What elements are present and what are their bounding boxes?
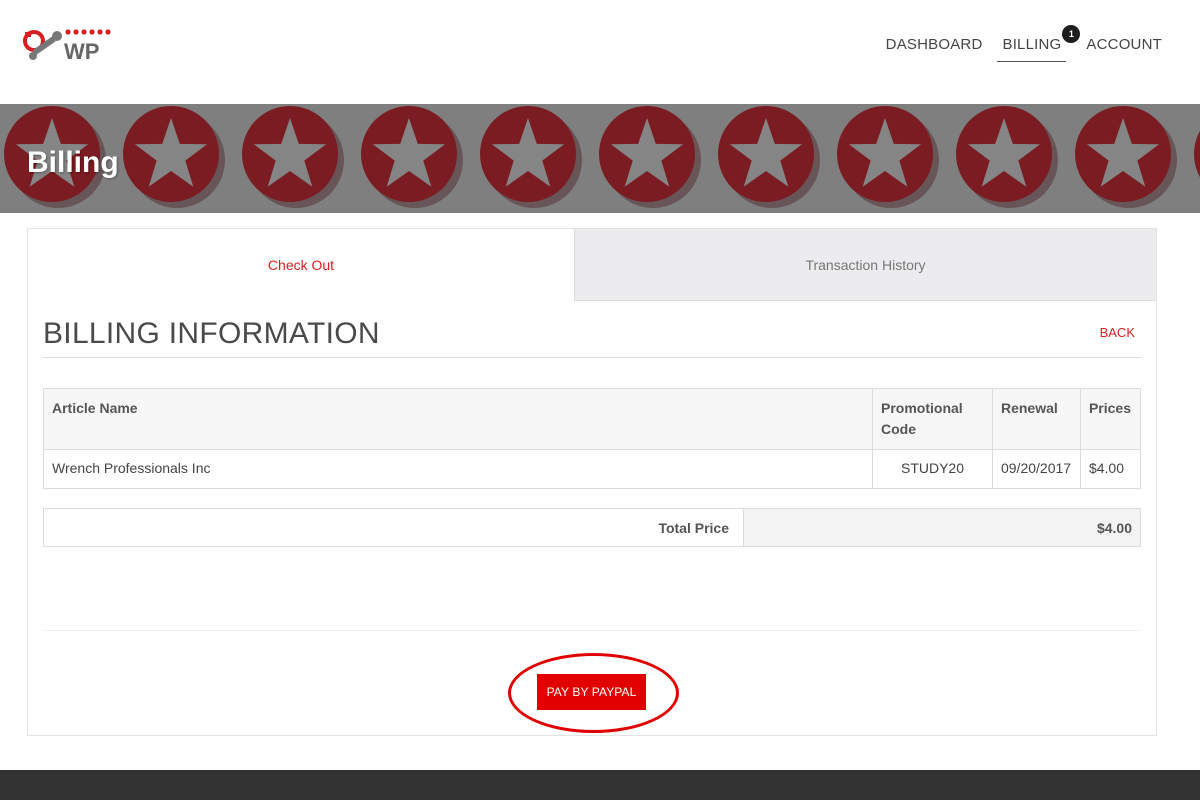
site-header: WP DASHBOARD BILLING 1 ACCOUNT [0,0,1200,104]
section-title: BILLING INFORMATION [43,317,380,350]
total-price-label: Total Price [43,508,744,547]
billing-panel: Check Out Transaction History BILLING IN… [27,228,1157,736]
tab-check-out[interactable]: Check Out [28,229,575,301]
tab-bar: Check Out Transaction History [28,229,1156,301]
main-nav: DASHBOARD BILLING 1 ACCOUNT [866,25,1162,62]
nav-dashboard-label: DASHBOARD [885,36,983,53]
cell-price: $4.00 [1079,449,1142,489]
header-renewal: Renewal [991,388,1081,450]
header-article-name: Article Name [42,388,874,450]
nav-account[interactable]: ACCOUNT [1086,34,1162,62]
divider [43,630,1141,631]
page-banner: Billing [0,104,1200,213]
cell-renewal: 09/20/2017 [991,449,1081,489]
nav-billing-label: BILLING [1002,36,1062,53]
star-pattern-icon [4,106,1200,208]
table-row: Wrench Professionals Inc STUDY20 09/20/2… [42,449,1142,489]
header-prices: Prices [1079,388,1142,450]
nav-dashboard[interactable]: DASHBOARD [886,34,983,62]
header-promotional-code: Promotional Code [872,388,993,450]
wp-logo[interactable]: WP [22,26,114,66]
logo-text: WP [64,39,99,64]
back-link[interactable]: BACK [1100,325,1135,340]
cell-article-name: Wrench Professionals Inc [42,449,874,489]
nav-billing[interactable]: BILLING 1 [997,25,1081,62]
total-row: Total Price $4.00 [43,508,1141,547]
divider [43,357,1141,358]
pay-by-paypal-button[interactable]: PAY BY PAYPAL [537,674,646,710]
nav-account-label: ACCOUNT [1086,36,1162,53]
page-footer [0,770,1200,800]
total-table: Total Price $4.00 [43,508,1141,547]
items-table: Article Name Promotional Code Renewal Pr… [42,388,1142,489]
cell-promotional-code: STUDY20 [872,449,993,489]
table-header-row: Article Name Promotional Code Renewal Pr… [42,388,1142,450]
billing-count-badge: 1 [1062,25,1081,43]
page-title: Billing [27,146,119,179]
tab-transaction-history[interactable]: Transaction History [575,229,1156,301]
total-price-value: $4.00 [743,508,1141,547]
